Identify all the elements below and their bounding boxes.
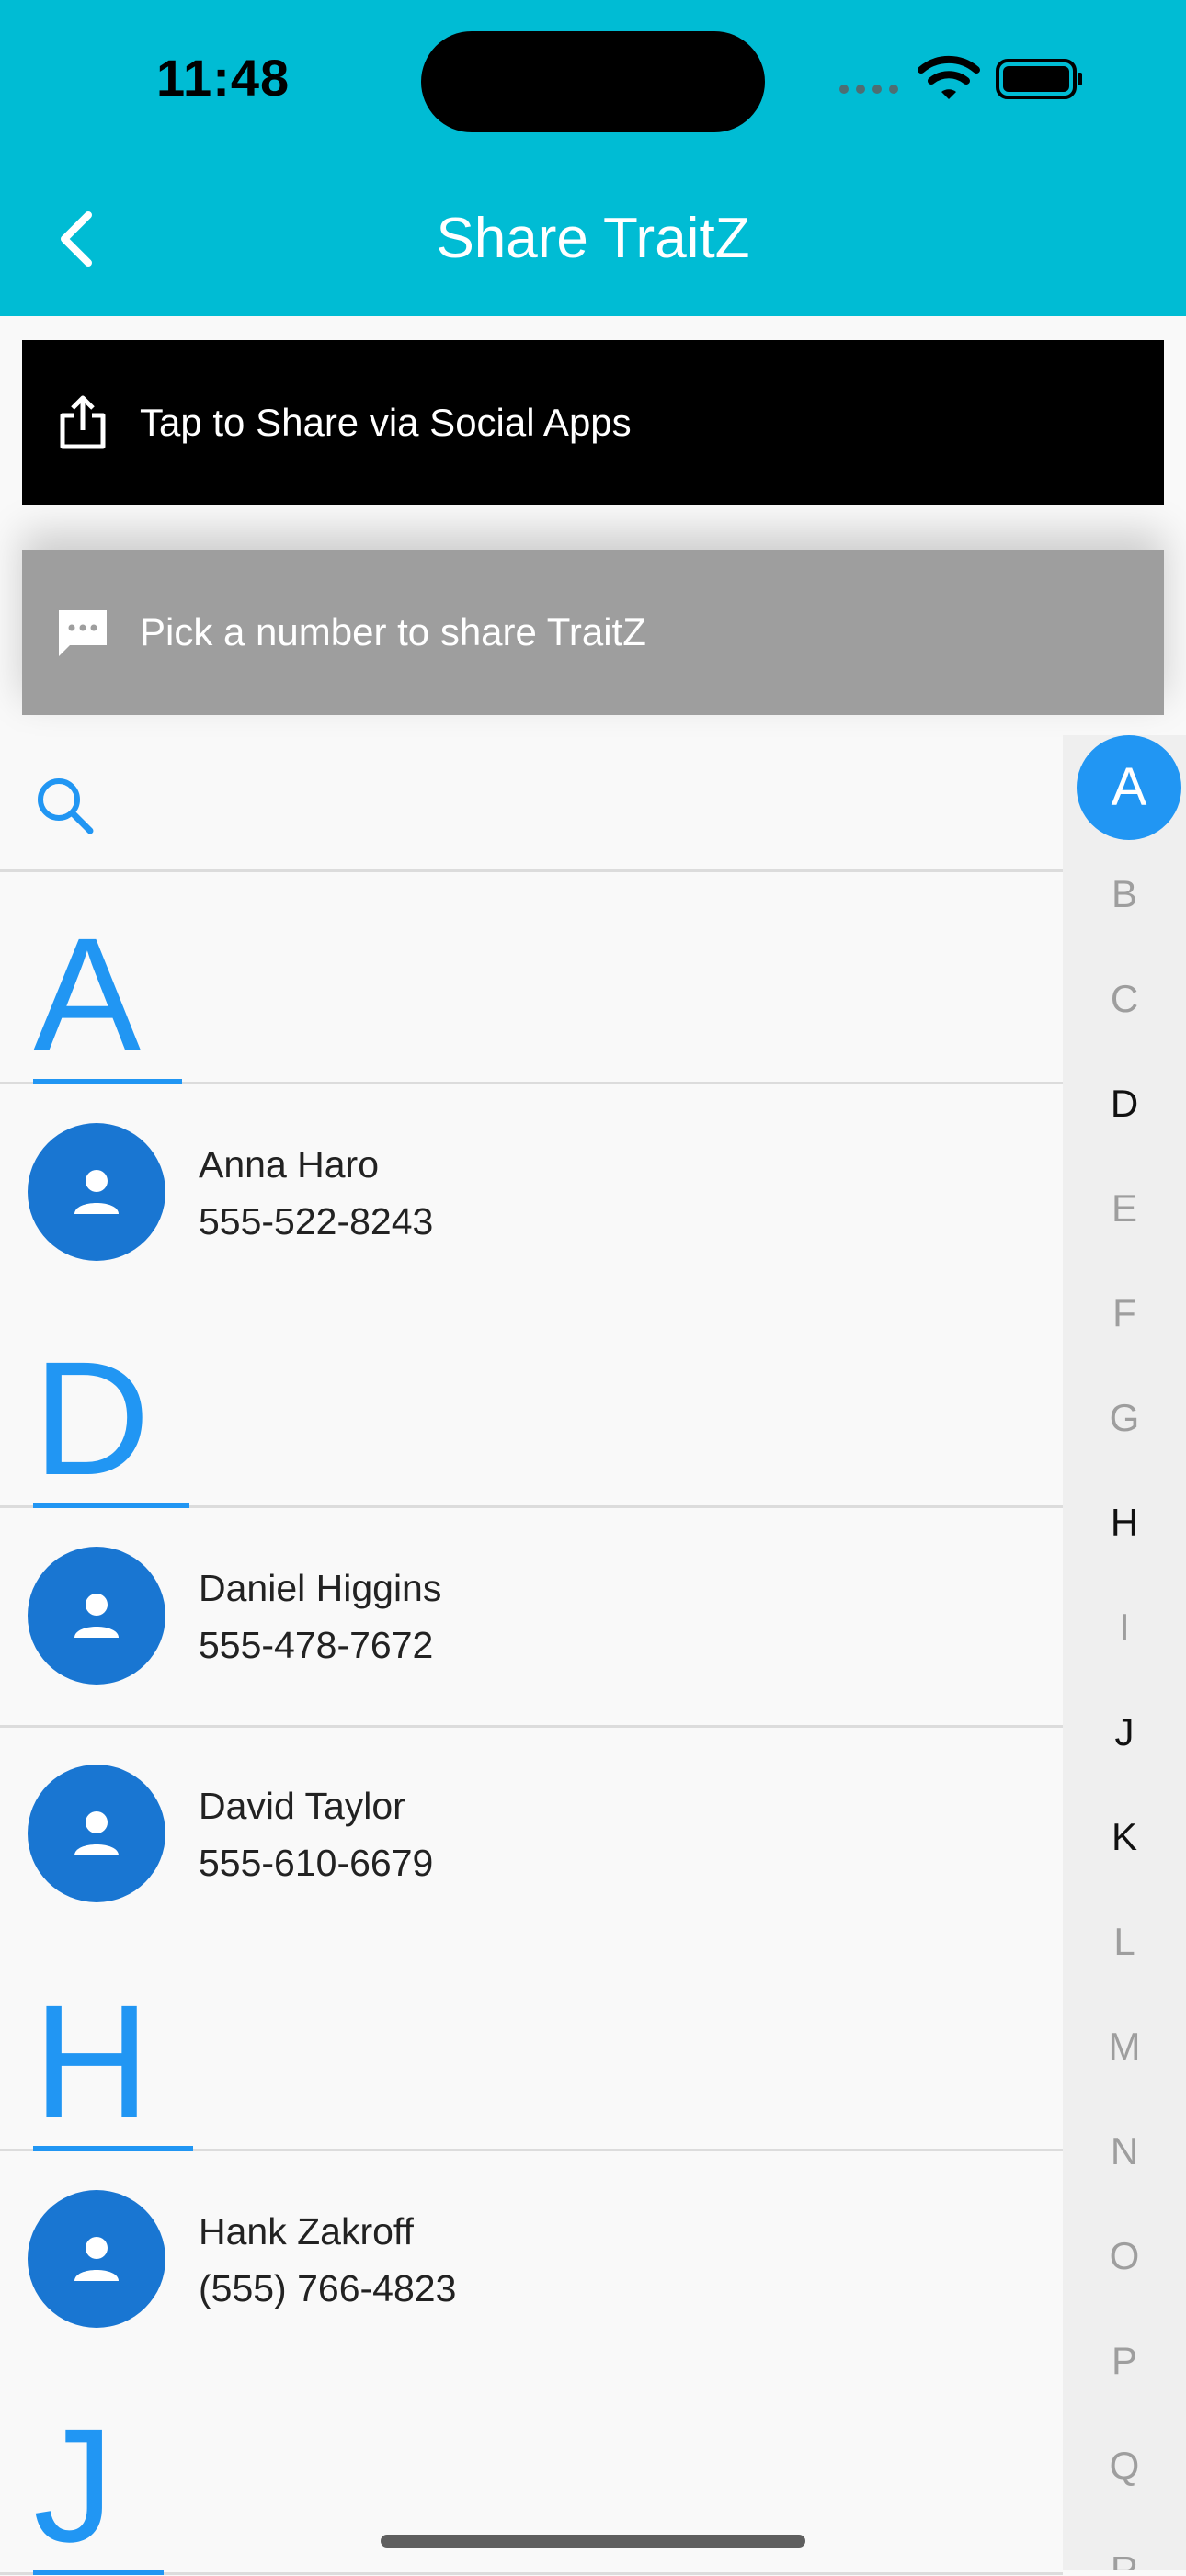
search-bar[interactable] [0,737,1063,872]
alphabet-index[interactable]: A B C D E F G H I J K L M N O P Q R [1063,735,1186,2570]
contact-name: David Taylor [199,1785,405,1827]
status-time: 11:48 [156,49,291,107]
share-icon [60,395,106,449]
section-letter: D [33,1329,151,1509]
alpha-index-letter-f[interactable]: F [1063,1277,1186,1350]
search-input[interactable] [120,770,1024,838]
wifi-icon [918,55,980,99]
section-header-a: A [0,872,1063,1084]
section-header-d: D [0,1296,1063,1508]
person-icon [74,1811,119,1855]
contact-list-item[interactable]: David Taylor 555-610-6679 [0,1726,1063,1943]
home-indicator [381,2535,805,2548]
contact-name: Hank Zakroff [199,2210,414,2253]
section-letter: A [33,905,142,1085]
alpha-index-letter-e[interactable]: E [1063,1172,1186,1245]
avatar [28,1765,165,1902]
battery-icon [996,59,1082,99]
alpha-index-letter-d[interactable]: D [1063,1067,1186,1140]
pick-number-banner[interactable]: Pick a number to share TraitZ [22,550,1164,715]
alpha-index-letter-i[interactable]: I [1063,1591,1186,1664]
alpha-index-letter-r[interactable]: R [1063,2534,1186,2570]
person-icon [74,1594,119,1638]
contact-name: Daniel Higgins [199,1567,442,1609]
section-letter: J [33,2396,114,2576]
contact-phone: 555-478-7672 [199,1624,434,1666]
message-icon [59,610,107,656]
app-bar: 11:48 Share TraitZ [0,0,1186,316]
alpha-index-letter-c[interactable]: C [1063,962,1186,1036]
section-underline [33,2570,164,2575]
alpha-index-letter-k[interactable]: K [1063,1800,1186,1874]
alpha-index-letter-h[interactable]: H [1063,1486,1186,1560]
avatar [28,1547,165,1685]
contact-phone: 555-522-8243 [199,1200,434,1243]
cellular-signal-icon [839,85,898,94]
contact-phone: 555-610-6679 [199,1842,434,1884]
alpha-index-letter-l[interactable]: L [1063,1905,1186,1979]
share-banner-label: Tap to Share via Social Apps [140,401,632,444]
share-social-apps-button[interactable]: Tap to Share via Social Apps [22,340,1164,505]
contact-list-item[interactable]: Hank Zakroff (555) 766-4823 [0,2151,1063,2368]
alpha-index-letter-j[interactable]: J [1063,1696,1186,1769]
alpha-index-letter-p[interactable]: P [1063,2324,1186,2398]
page-title: Share TraitZ [436,207,750,270]
alpha-index-letter-m[interactable]: M [1063,2010,1186,2083]
person-icon [74,1170,119,1214]
section-header-h: H [0,1939,1063,2151]
person-icon [74,2237,119,2281]
search-icon [38,778,94,834]
contact-list-item[interactable]: Anna Haro 555-522-8243 [0,1084,1063,1301]
alpha-index-letter-o[interactable]: O [1063,2219,1186,2293]
avatar [28,1123,165,1261]
alpha-index-letter-q[interactable]: Q [1063,2429,1186,2502]
contact-list-item[interactable]: Daniel Higgins 555-478-7672 [0,1508,1063,1728]
contact-phone: (555) 766-4823 [199,2267,457,2309]
sms-banner-label: Pick a number to share TraitZ [140,610,646,653]
alpha-index-letter-g[interactable]: G [1063,1381,1186,1455]
alpha-index-letter-b[interactable]: B [1063,857,1186,931]
alpha-index-letter-n[interactable]: N [1063,2115,1186,2188]
section-letter: H [33,1972,151,2152]
dynamic-island [421,31,765,132]
contact-name: Anna Haro [199,1143,380,1186]
avatar [28,2190,165,2328]
alpha-index-letter-a[interactable]: A [1077,735,1181,840]
